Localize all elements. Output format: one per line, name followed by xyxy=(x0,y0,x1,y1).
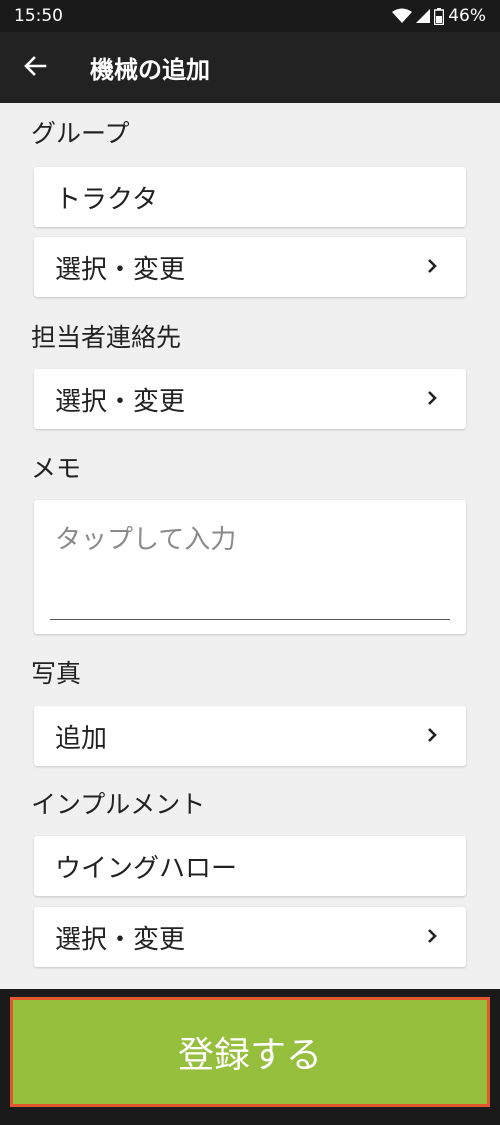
status-time: 15:50 xyxy=(14,6,63,26)
chevron-right-icon xyxy=(426,922,438,952)
app-bar: 機械の追加 xyxy=(0,32,500,103)
implement-value-field: ウイングハロー xyxy=(34,836,466,896)
back-arrow-icon xyxy=(23,55,47,81)
group-value: トラクタ xyxy=(55,184,158,215)
photo-add-button[interactable]: 追加 xyxy=(34,706,466,766)
group-select-label: 選択・変更 xyxy=(55,254,186,285)
memo-placeholder: タップして入力 xyxy=(55,525,237,555)
group-section-label: グループ xyxy=(31,119,130,148)
memo-section-label: メモ xyxy=(31,454,82,483)
page-title: 機械の追加 xyxy=(90,56,210,84)
implement-section-label: インプルメント xyxy=(31,790,206,819)
chevron-right-icon xyxy=(426,721,438,751)
form-content[interactable]: グループ トラクタ 選択・変更 担当者連絡先 選択・変更 メモ タップして入力 … xyxy=(0,103,500,989)
memo-input[interactable]: タップして入力 xyxy=(34,500,466,634)
group-value-field: トラクタ xyxy=(34,167,466,227)
status-icons: 46% xyxy=(392,6,486,26)
chevron-right-icon xyxy=(426,252,438,282)
group-select-button[interactable]: 選択・変更 xyxy=(34,237,466,297)
register-button-label: 登録する xyxy=(177,1035,322,1076)
implement-select-button[interactable]: 選択・変更 xyxy=(34,907,466,967)
implement-select-label: 選択・変更 xyxy=(55,924,186,955)
back-button[interactable] xyxy=(0,32,70,103)
contact-section-label: 担当者連絡先 xyxy=(31,323,182,352)
battery-icon xyxy=(434,7,445,25)
implement-value: ウイングハロー xyxy=(55,853,238,884)
photo-add-label: 追加 xyxy=(55,723,108,754)
contact-select-button[interactable]: 選択・変更 xyxy=(34,369,466,429)
photo-section-label: 写真 xyxy=(31,659,82,688)
memo-underline xyxy=(50,619,450,620)
signal-icon xyxy=(416,8,431,24)
chevron-right-icon xyxy=(426,384,438,414)
contact-select-label: 選択・変更 xyxy=(55,386,186,417)
battery-percent: 46% xyxy=(448,6,486,26)
wifi-icon xyxy=(392,8,413,24)
status-bar: 15:50 46% xyxy=(0,0,500,32)
register-button[interactable]: 登録する xyxy=(10,997,490,1107)
